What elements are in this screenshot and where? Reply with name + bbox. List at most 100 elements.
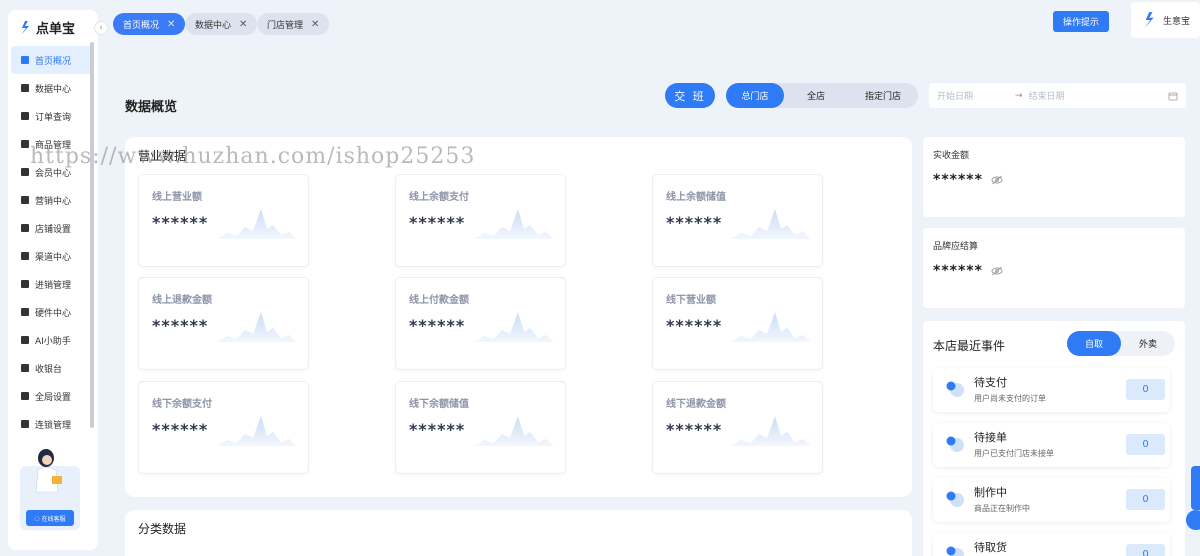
mode-pickup[interactable]: 自取	[1067, 331, 1121, 356]
user-label: 生意宝	[1163, 16, 1191, 27]
sparkline-decoration	[731, 416, 811, 446]
start-date-input[interactable]: 开始日期	[937, 89, 973, 102]
sidebar-item-label: 订单查询	[35, 112, 72, 123]
sidebar-item-label: AI小助手	[35, 336, 71, 347]
event-count: 0	[1126, 544, 1165, 556]
sidebar-item-label: 硬件中心	[35, 308, 72, 319]
sidebar-item-marketing[interactable]: 营销中心	[11, 186, 94, 214]
metric-label: 线下余额储值	[409, 399, 469, 410]
robot-icon	[21, 336, 29, 344]
cashier-icon	[21, 364, 29, 372]
metric-label: 线上付款金额	[409, 295, 469, 306]
eye-off-icon[interactable]	[991, 266, 1003, 276]
hardware-icon	[21, 308, 29, 316]
collapse-sidebar-button[interactable]: ‹	[94, 21, 108, 35]
mode-delivery[interactable]: 外卖	[1121, 331, 1175, 356]
metric-card[interactable]: 线上营业额 ******	[138, 174, 309, 267]
sparkline-decoration	[474, 312, 554, 342]
metric-value: ******	[409, 420, 466, 439]
event-count: 0	[1126, 379, 1165, 400]
sidebar-item-ai-assistant[interactable]: AI小助手	[11, 326, 94, 354]
sidebar-item-label: 全局设置	[35, 392, 72, 403]
sidebar-item-home[interactable]: 首页概况	[11, 46, 94, 74]
metric-label: 线上余额支付	[409, 192, 469, 203]
metric-card[interactable]: 线下营业额 ******	[652, 277, 823, 370]
metric-card[interactable]: 线下退款金额 ******	[652, 381, 823, 474]
operation-tip-button[interactable]: 操作提示	[1053, 11, 1109, 32]
floating-side-button[interactable]	[1191, 466, 1200, 510]
metric-card[interactable]: 线上余额支付 ******	[395, 174, 566, 267]
metric-card[interactable]: 线上退款金额 ******	[138, 277, 309, 370]
tab-store-management[interactable]: 门店管理 ✕	[257, 13, 330, 35]
metric-value: ******	[409, 213, 466, 232]
close-icon[interactable]: ✕	[239, 19, 247, 30]
sidebar-item-label: 营销中心	[35, 196, 72, 207]
tab-home[interactable]: 首页概况 ✕	[113, 13, 186, 35]
metric-value: ******	[152, 316, 209, 335]
sidebar-scrollbar[interactable]	[90, 42, 94, 428]
grid-icon	[21, 56, 29, 64]
sidebar-item-label: 店铺设置	[35, 224, 72, 235]
floating-chat-button[interactable]	[1186, 510, 1200, 530]
sparkline-decoration	[217, 416, 297, 446]
gear-icon	[21, 392, 29, 400]
sidebar-item-label: 首页概况	[35, 56, 72, 67]
sidebar-item-data-center[interactable]: 数据中心	[11, 74, 94, 102]
sidebar-item-chain[interactable]: 连锁管理	[11, 410, 94, 438]
category-data-title: 分类数据	[138, 522, 187, 536]
sidebar-item-products[interactable]: 商品管理	[11, 130, 94, 158]
store-icon	[21, 224, 29, 232]
store-filter-headquarters[interactable]: 总门店	[726, 83, 784, 108]
event-item[interactable]: 待接单 用户已支付门店未接单 0	[933, 423, 1170, 467]
metric-card[interactable]: 线上余额储值 ******	[652, 174, 823, 267]
brand-settlement-number: ******	[933, 263, 983, 279]
close-icon[interactable]: ✕	[311, 19, 319, 30]
brand[interactable]: 点单宝	[16, 18, 75, 37]
category-data-panel: 分类数据	[125, 510, 912, 556]
event-status-icon	[946, 436, 964, 452]
metric-card[interactable]: 线下余额支付 ******	[138, 381, 309, 474]
sidebar-item-hardware[interactable]: 硬件中心	[11, 298, 94, 326]
sidebar-item-cashier[interactable]: 收银台	[11, 354, 94, 382]
metric-card[interactable]: 线下余额储值 ******	[395, 381, 566, 474]
event-item[interactable]: 待取货 0	[933, 533, 1170, 556]
sidebar-item-orders[interactable]: 订单查询	[11, 102, 94, 130]
sidebar-item-label: 数据中心	[35, 84, 72, 95]
sidebar-item-inventory[interactable]: 进销管理	[11, 270, 94, 298]
event-item[interactable]: 待支付 用户尚未支付的订单 0	[933, 368, 1170, 412]
metric-value: ******	[152, 420, 209, 439]
brand-settlement-card: 品牌应结算 ******	[923, 228, 1185, 308]
received-amount-label: 实收金额	[933, 151, 970, 161]
chevron-left-icon: ‹	[99, 23, 103, 33]
calendar-icon	[1168, 92, 1178, 100]
brand-settlement-label: 品牌应结算	[933, 242, 979, 252]
metric-label: 线下营业额	[666, 295, 716, 306]
store-filter-all[interactable]: 全店	[784, 83, 848, 108]
received-amount-card: 实收金额 ******	[923, 137, 1185, 217]
user-menu[interactable]: 生意宝	[1131, 2, 1200, 38]
close-icon[interactable]: ✕	[167, 19, 175, 30]
brand-settlement-value: ******	[933, 263, 1003, 279]
inventory-icon	[21, 280, 29, 288]
date-range-picker[interactable]: 开始日期 → 结束日期	[929, 83, 1186, 108]
arrow-right-icon: →	[1015, 90, 1023, 101]
sidebar-item-label: 渠道中心	[35, 252, 72, 263]
store-filter: 总门店 全店 指定门店	[726, 83, 918, 108]
sidebar-item-members[interactable]: 会员中心	[11, 158, 94, 186]
sidebar-item-global-settings[interactable]: 全局设置	[11, 382, 94, 410]
tab-data-center[interactable]: 数据中心 ✕	[185, 13, 258, 35]
events-mode-toggle: 自取 外卖	[1067, 331, 1175, 356]
chain-icon	[21, 420, 29, 428]
event-name: 制作中	[974, 486, 1007, 499]
metric-card[interactable]: 线上付款金额 ******	[395, 277, 566, 370]
recent-events-panel: 本店最近事件 自取 外卖 待支付 用户尚未支付的订单 0 待接单 用户已支付门店未接单 0…	[923, 321, 1185, 556]
brand-name: 点单宝	[36, 22, 76, 37]
end-date-input[interactable]: 结束日期	[1029, 89, 1065, 102]
sidebar-item-channels[interactable]: 渠道中心	[11, 242, 94, 270]
online-service-button[interactable]: ◌ 在线客服	[26, 510, 74, 526]
eye-off-icon[interactable]	[991, 175, 1003, 185]
handover-button[interactable]: 交 班	[665, 83, 715, 108]
store-filter-specified[interactable]: 指定门店	[848, 83, 918, 108]
sidebar-item-store-settings[interactable]: 店铺设置	[11, 214, 94, 242]
event-item[interactable]: 制作中 商品正在制作中 0	[933, 478, 1170, 522]
